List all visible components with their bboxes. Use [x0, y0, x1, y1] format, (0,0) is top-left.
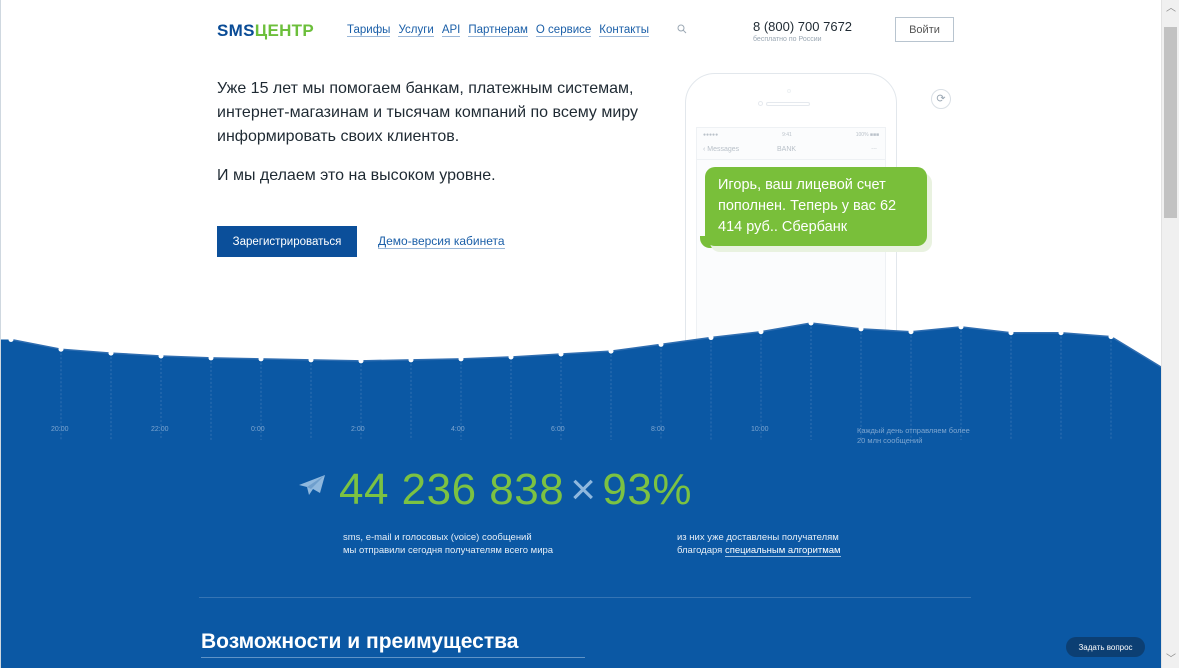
chart-point [1108, 334, 1114, 340]
paper-plane-icon [298, 474, 326, 502]
chart-point [208, 355, 214, 361]
messages-back: ‹ Messages [703, 146, 740, 153]
messages-menu: ... [871, 144, 877, 151]
phone-note: бесплатно по России [753, 36, 822, 43]
chart-point [708, 335, 714, 341]
chart-x-tick-label: 6:00 [551, 426, 565, 433]
delivered-prefix: благодаря [677, 545, 723, 556]
chart-x-tick-label: 4:00 [451, 426, 465, 433]
scroll-thumb[interactable] [1164, 27, 1177, 218]
register-button[interactable]: Зарегистрироваться [217, 226, 357, 257]
chart-point [758, 329, 764, 335]
chart-point [558, 351, 564, 357]
status-signal: ●●●●● [703, 132, 719, 138]
phone-speaker [766, 102, 810, 106]
messages-header: ‹ Messages BANK ... [697, 142, 885, 160]
messages-line-1: sms, e-mail и голосовых (voice) сообщени… [343, 532, 532, 543]
sms-bubble: Игорь, ваш лицевой счет пополнен. Теперь… [705, 167, 927, 246]
messages-description: sms, e-mail и голосовых (voice) сообщени… [343, 531, 553, 557]
logo-main: SMS [217, 21, 255, 40]
messages-contact: BANK [777, 146, 797, 153]
status-time: 9:41 [782, 132, 792, 138]
main-nav: Тарифы Услуги API Партнерам О сервисе Ко… [347, 24, 649, 37]
page: SMSЦЕНТР Тарифы Услуги API Партнерам О с… [0, 0, 1161, 668]
status-battery: 100% ■■■ [855, 132, 879, 138]
chart-x-tick-label: 22:00 [151, 426, 169, 433]
chart-x-tick-label: 20:00 [51, 426, 69, 433]
nav-about[interactable]: О сервисе [535, 24, 592, 37]
login-button[interactable]: Войти [895, 17, 954, 42]
nav-tariffs[interactable]: Тарифы [347, 24, 391, 37]
chart-point [308, 357, 314, 363]
messages-chart [1, 320, 1161, 440]
features-title-underline [201, 657, 585, 658]
chart-x-tick-label: 8:00 [651, 426, 665, 433]
messages-count: 44 236 838 [339, 465, 565, 514]
search-icon[interactable] [677, 24, 691, 38]
demo-link[interactable]: Демо-версия кабинета [378, 234, 505, 249]
scrollbar[interactable]: ︿ ﹀ [1161, 0, 1179, 668]
section-divider [199, 597, 971, 598]
chart-point [158, 353, 164, 359]
phone-statusbar: ●●●●● 9:41 100% ■■■ [697, 128, 885, 142]
chart-point [8, 336, 14, 342]
phone-camera [758, 101, 763, 106]
chart-x-tick-label: 2:00 [351, 426, 365, 433]
chart-point [608, 348, 614, 354]
hero-paragraph-1: Уже 15 лет мы помогаем банкам, платежным… [217, 80, 638, 145]
delivered-description: из них уже доставлены получателям благод… [677, 531, 841, 557]
phone-number[interactable]: 8 (800) 700 7672 [753, 19, 852, 34]
chart-area [1, 323, 1161, 440]
chart-point [808, 320, 814, 326]
logo[interactable]: SMSЦЕНТР [217, 21, 314, 41]
chart-point [658, 341, 664, 347]
chart-x-tick-label: 0:00 [251, 426, 265, 433]
scroll-down-arrow-icon[interactable]: ﹀ [1162, 651, 1179, 668]
nav-api[interactable]: API [441, 24, 461, 37]
refresh-icon[interactable]: ⟳ [931, 89, 951, 109]
features-title: Возможности и преимущества [201, 630, 519, 653]
nav-services[interactable]: Услуги [398, 24, 434, 37]
stats-separator: × [570, 465, 597, 514]
chart-point [508, 354, 514, 360]
phone-sensor [787, 89, 791, 93]
chart-point [358, 358, 364, 364]
scroll-up-arrow-icon[interactable]: ︿ [1162, 0, 1179, 17]
algorithms-link[interactable]: специальным алгоритмам [724, 545, 841, 557]
ask-question-button[interactable]: Задать вопрос [1066, 637, 1145, 657]
delivered-line-1: из них уже доставлены получателям [677, 532, 839, 543]
chart-point [408, 357, 414, 363]
chart-point [458, 356, 464, 362]
delivered-percent: 93% [602, 465, 692, 514]
stats-numbers: 44 236 838 × 93% [339, 465, 692, 515]
chart-point [1058, 330, 1064, 336]
chart-point [58, 346, 64, 352]
messages-back-label: Messages [707, 146, 740, 153]
chart-point [258, 356, 264, 362]
chart-point [858, 326, 864, 332]
messages-line-2: мы отправили сегодня получателям всего м… [343, 545, 554, 556]
nav-contacts[interactable]: Контакты [599, 24, 649, 37]
nav-partners[interactable]: Партнерам [468, 24, 528, 37]
logo-accent: ЦЕНТР [254, 21, 315, 40]
chart-point [958, 324, 964, 330]
delivered-line-2: благодаря специальным алгоритмам [677, 544, 841, 557]
chart-annotation: Каждый день отправляем более 20 млн сооб… [857, 426, 970, 445]
hero-paragraph-2: И мы делаем это на высоком уровне. [217, 167, 496, 184]
chart-point [908, 329, 914, 335]
chart-x-tick-label: 10:00 [751, 426, 769, 433]
chart-point [1008, 330, 1014, 336]
chart-point [108, 350, 114, 356]
